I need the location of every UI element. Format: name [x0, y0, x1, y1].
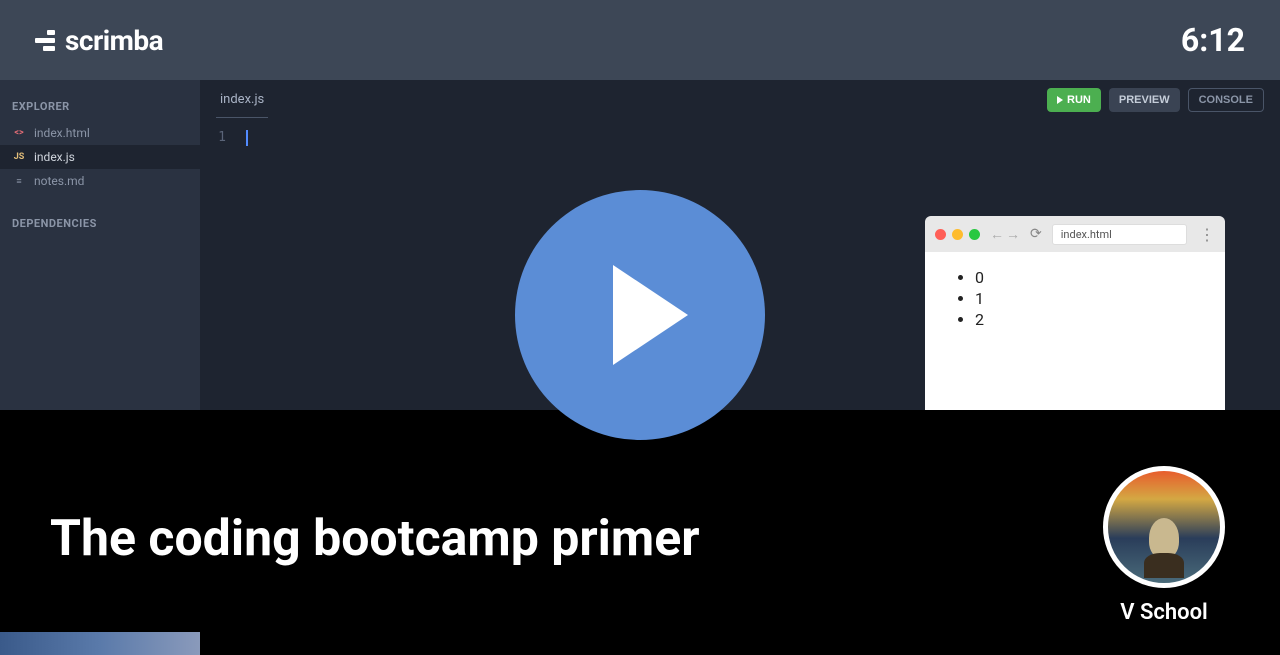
- author-avatar[interactable]: [1103, 466, 1225, 588]
- brand-name: scrimba: [65, 24, 163, 57]
- file-item-index-js[interactable]: JS index.js: [0, 145, 200, 169]
- play-icon: [1057, 96, 1063, 104]
- line-number: 1: [216, 130, 246, 146]
- js-file-icon: JS: [12, 150, 26, 164]
- close-window-icon[interactable]: [935, 229, 946, 240]
- minimize-window-icon[interactable]: [952, 229, 963, 240]
- editor-tab-bar: index.js RUN PREVIEW CONSOLE: [200, 80, 1280, 120]
- dependencies-heading: DEPENDENCIES: [0, 209, 200, 238]
- forward-arrow-icon[interactable]: →: [1006, 226, 1020, 243]
- preview-button[interactable]: PREVIEW: [1109, 88, 1180, 112]
- header: scrimba 6:12: [0, 0, 1280, 80]
- play-icon: [613, 265, 688, 365]
- console-button[interactable]: CONSOLE: [1188, 88, 1264, 112]
- author-name: V School: [1120, 600, 1208, 625]
- file-item-index-html[interactable]: <> index.html: [0, 121, 200, 145]
- editor-tab[interactable]: index.js: [216, 82, 268, 118]
- list-item: 0: [975, 268, 1195, 289]
- video-duration: 6:12: [1181, 21, 1245, 59]
- editor-cursor: [246, 130, 248, 146]
- back-arrow-icon[interactable]: ←: [990, 226, 1004, 243]
- course-info-section: The coding bootcamp primer: [0, 410, 1280, 655]
- file-name: index.html: [34, 126, 90, 140]
- refresh-icon[interactable]: ⟳: [1030, 226, 1042, 242]
- play-video-button[interactable]: [515, 190, 765, 440]
- brand-logo[interactable]: scrimba: [35, 24, 163, 57]
- url-bar[interactable]: index.html: [1052, 224, 1187, 245]
- explorer-heading: EXPLORER: [0, 92, 200, 121]
- browser-toolbar: ← → ⟳ index.html ⋮: [925, 216, 1225, 252]
- html-file-icon: <>: [12, 126, 26, 140]
- preview-content: 0 1 2: [925, 252, 1225, 410]
- course-title: The coding bootcamp primer: [50, 510, 1230, 568]
- maximize-window-icon[interactable]: [969, 229, 980, 240]
- file-name: index.js: [34, 150, 75, 164]
- file-item-notes-md[interactable]: ≡ notes.md: [0, 169, 200, 193]
- md-file-icon: ≡: [12, 174, 26, 188]
- list-item: 1: [975, 289, 1195, 310]
- thumbnail-strip: [0, 632, 200, 655]
- run-button[interactable]: RUN: [1047, 88, 1101, 112]
- file-name: notes.md: [34, 174, 84, 188]
- author-section: V School: [1103, 466, 1225, 625]
- file-sidebar: EXPLORER <> index.html JS index.js ≡ not…: [0, 80, 200, 410]
- output-list: 0 1 2: [955, 268, 1195, 330]
- more-options-icon[interactable]: ⋮: [1199, 225, 1215, 244]
- action-buttons: RUN PREVIEW CONSOLE: [1047, 88, 1264, 112]
- scrimba-logo-icon: [35, 30, 55, 51]
- list-item: 2: [975, 310, 1195, 331]
- code-editor[interactable]: 1: [200, 120, 1280, 156]
